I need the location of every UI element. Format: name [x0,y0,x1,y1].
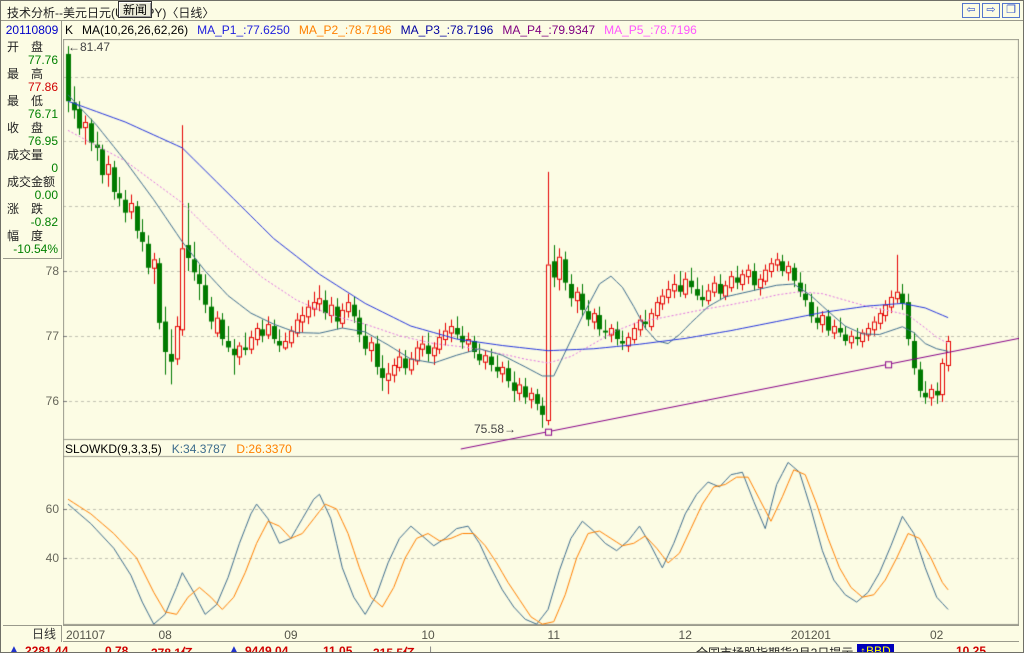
x-axis-label: 201107 [66,628,106,642]
indicator-ma-p1: MA_P1_:77.6250 [197,23,290,37]
y-axis-label: 76 [45,393,59,408]
x-axis-label: 12 [678,628,692,642]
quote-row-high: 最 高 77.86 [7,67,58,94]
sh-index-icon: ▲ [9,644,19,653]
bbd-badge[interactable]: ↑BBD [857,644,894,652]
indicator-k-label: K [65,23,74,37]
quote-row-range: 幅 度 -10.54% [7,229,58,256]
back-arrow-icon[interactable]: ⇦ [962,3,980,18]
status-bar: ▲ 2281.44 0.78 378.1亿 ▲ 9449.04 11.05 31… [1,643,1023,653]
chart-canvas[interactable] [63,39,1019,625]
x-axis-row [63,625,1019,642]
period-label[interactable]: 日线 [3,625,62,642]
indicator-ma-params: MA(10,26,26,62,26) [82,23,189,37]
slowkd-header: SLOWKD(9,3,3,5) K:34.3787 D:26.3370 [65,442,292,456]
quote-row-open: 开 盘 77.76 [7,40,58,67]
indicator-header: K MA(10,26,26,62,26) MA_P1_:77.6250 MA_P… [65,23,697,37]
page-title: 技术分析--美元日元(USDJPY)〈日线〉 [7,6,215,20]
indicator-ma-p4: MA_P4_:79.9347 [502,23,596,37]
slowkd-params-label: SLOWKD(9,3,3,5) [65,442,162,456]
quote-row-change: 涨 跌 -0.82 [7,202,58,229]
quote-row-turnover: 成交金额 0.00 [7,175,58,202]
x-axis-label: 201201 [790,628,831,642]
quote-row-volume: 成交量 0 [7,148,58,175]
y-axis-label: 60 [45,502,59,516]
sh-index-value[interactable]: 2281.44 [25,644,68,652]
news-ticker[interactable]: 全国市场股指期货2月2日提示 [696,644,853,652]
indicator-ma-p3: MA_P3_:78.7196 [400,23,494,37]
slowkd-k-value: K:34.3787 [171,442,227,456]
y-axis-label: 78 [45,264,59,278]
forward-arrow-icon[interactable]: ⇨ [982,3,1000,18]
cascade-windows-icon[interactable]: ❐ [1002,3,1020,18]
y-axis-label: 77 [45,328,59,343]
nav-buttons: ⇦ ⇨ ❐ [962,3,1020,18]
sz-index-icon: ▲ [229,644,239,653]
sh-index-change: 0.78 [105,644,129,653]
app-window: 技术分析--美元日元(USDJPY)〈日线〉 新闻 ⇦ ⇨ ❐ K MA(10,… [0,0,1024,653]
indicator-ma-p2: MA_P2_:78.7196 [298,23,392,37]
high-price-annotation: ←81.47 [68,40,111,54]
sz-index-amount: 315.5亿 [373,646,416,653]
status-right-value: 10.25 [956,644,987,653]
quote-sidebar: 20110809 开 盘 77.76 最 高 77.86 最 低 76.71 收… [3,21,62,259]
sz-index-value[interactable]: 9449.04 [245,644,288,652]
status-separator: | [429,644,433,653]
sz-index-change: 11.05 [323,644,353,653]
quote-row-low: 最 低 76.71 [7,94,58,121]
indicator-ma-p5: MA_P5_:78.7196 [604,23,697,37]
slowkd-d-value: D:26.3370 [236,442,292,456]
title-bar: 技术分析--美元日元(USDJPY)〈日线〉 新闻 ⇦ ⇨ ❐ [1,1,1023,21]
x-axis-label: 02 [929,628,944,642]
y-axis-label: 40 [45,551,59,565]
x-axis-label: 11 [547,628,560,642]
sh-index-amount: 378.1亿 [151,646,194,653]
low-price-annotation: 75.58→ [474,422,517,436]
x-axis-label: 09 [284,628,298,642]
quote-row-close: 收 盘 76.95 [7,121,58,148]
news-button[interactable]: 新闻 [118,1,153,18]
x-axis-label: 08 [158,628,172,642]
x-axis-label: 10 [421,628,435,642]
quote-date: 20110809 [5,23,59,37]
